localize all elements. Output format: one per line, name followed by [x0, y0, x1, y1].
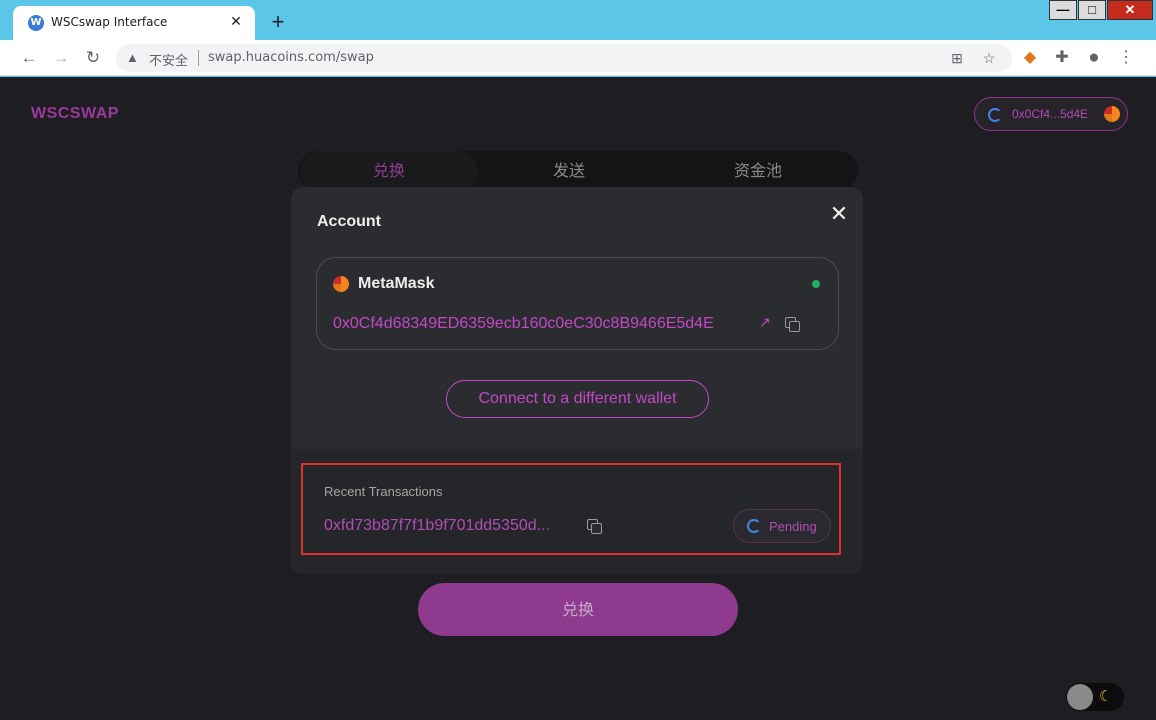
wallet-name: MetaMask — [358, 275, 435, 292]
reload-icon[interactable]: ↻ — [83, 48, 103, 68]
new-tab-button[interactable]: + — [266, 10, 290, 34]
warning-icon[interactable]: ▲ — [126, 50, 142, 66]
status-badge: Pending — [733, 509, 831, 543]
copy-tx-icon[interactable] — [587, 519, 602, 534]
tab-swap[interactable]: 兑换 — [300, 151, 478, 191]
moon-icon: ☾ — [1099, 688, 1113, 705]
maximize-icon: □ — [1088, 2, 1096, 17]
theme-toggle[interactable]: ☾ — [1066, 683, 1124, 711]
translate-icon[interactable]: ⊞ — [948, 49, 966, 67]
close-icon[interactable]: ✕ — [828, 203, 850, 225]
back-icon[interactable]: ← — [19, 48, 39, 68]
close-icon: ✕ — [1124, 2, 1136, 17]
minimize-icon: — — [1056, 2, 1070, 17]
site-favicon-icon: W — [28, 15, 44, 31]
browser-tab[interactable]: W WSCswap Interface ✕ — [13, 6, 255, 40]
toggle-knob — [1067, 684, 1093, 710]
pending-spinner-icon — [747, 519, 761, 533]
status-label: Pending — [769, 519, 817, 534]
metamask-extension-icon[interactable]: ◆ — [1020, 48, 1040, 68]
wallet-short-address: 0x0Cf4...5d4E — [1012, 107, 1089, 121]
transaction-hash-link[interactable]: 0xfd73b87f7f1b9f701dd5350d... — [324, 517, 550, 535]
account-modal: Account ✕ MetaMask 0x0Cf4d68349ED6359ecb… — [291, 187, 863, 574]
url-divider — [198, 50, 199, 66]
swap-button[interactable]: 兑换 — [418, 583, 738, 636]
metamask-icon — [333, 276, 349, 292]
window-maximize-button[interactable]: □ — [1078, 0, 1106, 20]
address-bar[interactable]: ▲ 不安全 swap.huacoins.com/swap ⊞ ☆ — [116, 44, 1012, 72]
window-close-button[interactable]: ✕ — [1107, 0, 1153, 20]
profile-icon[interactable]: ● — [1084, 48, 1104, 68]
tab-send[interactable]: 发送 — [478, 151, 660, 191]
recent-transactions-title: Recent Transactions — [324, 484, 443, 499]
page: WSCSWAP 0x0Cf4...5d4E 兑换 发送 资金池 兑换 ☾ Acc… — [0, 77, 1156, 720]
wallet-status-button[interactable]: 0x0Cf4...5d4E — [974, 97, 1128, 131]
tab-close-icon[interactable]: ✕ — [227, 12, 245, 30]
connect-different-wallet-button[interactable]: Connect to a different wallet — [446, 380, 709, 418]
url-text[interactable]: swap.huacoins.com/swap — [208, 50, 374, 65]
tab-pool[interactable]: 资金池 — [660, 151, 856, 191]
account-card: MetaMask 0x0Cf4d68349ED6359ecb160c0eC30c… — [316, 257, 839, 350]
copy-address-icon[interactable] — [785, 317, 800, 332]
browser-titlebar: W WSCswap Interface ✕ + — □ ✕ — [0, 0, 1156, 40]
connected-status-icon — [812, 280, 820, 288]
modal-title: Account — [317, 213, 381, 230]
puzzle-icon[interactable]: ✚ — [1052, 48, 1072, 68]
recent-transactions-section: Recent Transactions 0xfd73b87f7f1b9f701d… — [291, 449, 863, 574]
site-logo[interactable]: WSCSWAP — [31, 105, 119, 123]
external-link-icon[interactable]: ↗ — [759, 314, 771, 331]
wallet-avatar-icon — [1104, 106, 1120, 122]
star-icon[interactable]: ☆ — [980, 49, 998, 67]
browser-toolbar: ← → ↻ ▲ 不安全 swap.huacoins.com/swap ⊞ ☆ ◆… — [0, 40, 1156, 76]
menu-icon[interactable]: ⋮ — [1116, 48, 1136, 68]
tab-title: WSCswap Interface — [51, 15, 168, 29]
forward-icon[interactable]: → — [51, 48, 71, 68]
recent-transactions-highlight: Recent Transactions 0xfd73b87f7f1b9f701d… — [301, 463, 841, 555]
window-minimize-button[interactable]: — — [1049, 0, 1077, 20]
nav-tabs: 兑换 发送 资金池 — [298, 151, 858, 191]
security-label[interactable]: 不安全 — [149, 50, 188, 69]
account-address[interactable]: 0x0Cf4d68349ED6359ecb160c0eC30c8B9466E5d… — [333, 315, 714, 333]
loading-spinner-icon — [988, 108, 1002, 122]
